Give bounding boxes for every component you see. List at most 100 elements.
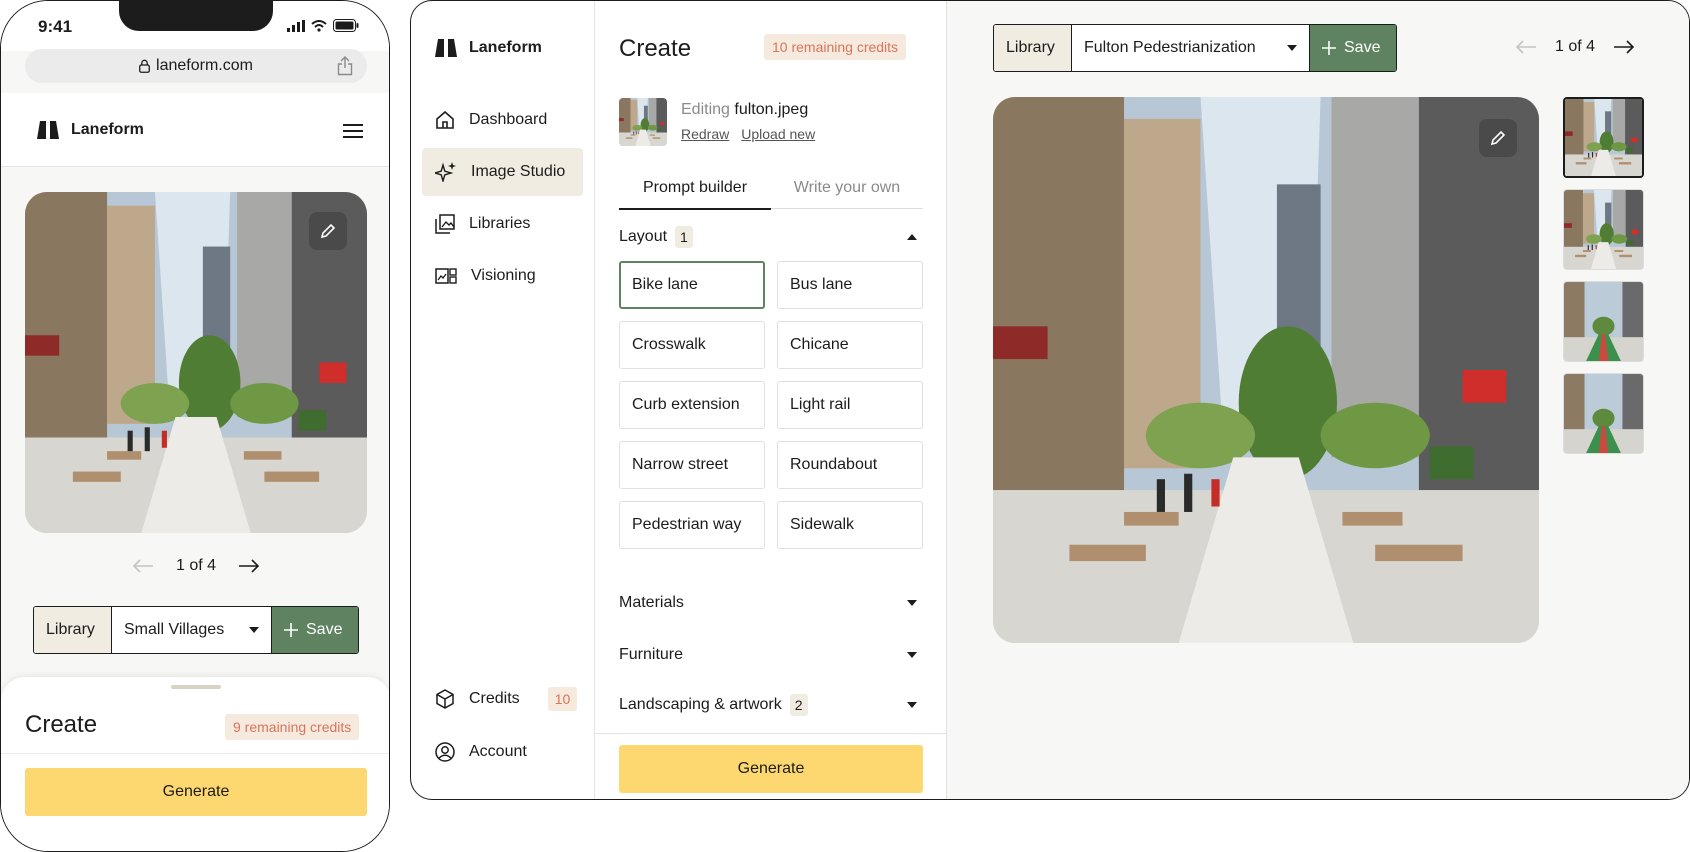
sidebar-item-label: Account <box>469 743 527 760</box>
status-time: 9:41 <box>38 17 73 36</box>
sidebar-item-label: Image Studio <box>471 163 566 180</box>
prompt-tabs: Prompt builder Write your own <box>619 173 923 210</box>
sidebar-item-libraries[interactable]: Libraries <box>422 200 583 248</box>
section-furniture-header[interactable]: Furniture <box>619 641 923 669</box>
next-arrow-icon[interactable] <box>238 559 260 573</box>
option-sidewalk[interactable]: Sidewalk <box>777 501 923 549</box>
library-select-value: Fulton Pedestrianization <box>1084 39 1256 56</box>
option-narrow-street[interactable]: Narrow street <box>619 441 765 489</box>
battery-icon <box>333 19 359 32</box>
source-image-thumbnail <box>619 98 667 146</box>
generated-image[interactable] <box>25 192 367 533</box>
cube-icon <box>435 689 455 709</box>
brand-name: Laneform <box>469 39 542 56</box>
section-label: Landscaping & artwork <box>619 696 782 713</box>
thumbnail-4[interactable] <box>1563 373 1644 454</box>
user-circle-icon <box>435 742 455 762</box>
upload-new-link[interactable]: Upload new <box>741 126 815 142</box>
pencil-icon <box>319 222 337 240</box>
edit-image-button[interactable] <box>309 212 347 250</box>
divider <box>1 753 389 754</box>
share-icon[interactable] <box>337 56 353 76</box>
option-light-rail[interactable]: Light rail <box>777 381 923 429</box>
sparkle-icon <box>435 162 457 182</box>
caret-down-icon <box>907 702 917 708</box>
plus-icon <box>284 623 298 637</box>
next-arrow-icon[interactable] <box>1613 40 1635 54</box>
save-button[interactable]: Save <box>1310 25 1396 71</box>
section-materials-header[interactable]: Materials <box>619 589 923 617</box>
option-curb-extension[interactable]: Curb extension <box>619 381 765 429</box>
prev-arrow-icon[interactable] <box>132 559 154 573</box>
caret-down-icon <box>249 627 259 633</box>
brand-logo[interactable]: Laneform <box>435 39 542 57</box>
option-bus-lane[interactable]: Bus lane <box>777 261 923 309</box>
brand-logo[interactable]: Laneform <box>37 121 144 139</box>
plus-icon <box>1322 41 1336 55</box>
library-bar: Library Fulton Pedestrianization Save <box>993 24 1397 72</box>
sidebar-item-label: Dashboard <box>469 111 548 128</box>
brand-name: Laneform <box>71 121 144 138</box>
sidebar-item-account[interactable]: Account <box>422 728 583 776</box>
edit-image-button[interactable] <box>1479 119 1517 157</box>
redraw-link[interactable]: Redraw <box>681 126 729 142</box>
mobile-mockup: 9:41 laneform.com Laneform 1 of 4 Librar… <box>0 0 390 852</box>
option-pedestrian-way[interactable]: Pedestrian way <box>619 501 765 549</box>
generate-button[interactable]: Generate <box>619 745 923 793</box>
caret-down-icon <box>1287 45 1297 51</box>
lock-icon <box>139 59 150 73</box>
visioning-icon <box>435 267 457 285</box>
sidebar-item-credits[interactable]: Credits 10 <box>422 675 583 723</box>
caret-down-icon <box>907 652 917 658</box>
sidebar-item-label: Credits <box>469 690 520 707</box>
laneform-logo-icon <box>37 121 59 139</box>
library-label: Library <box>34 607 112 653</box>
option-roundabout[interactable]: Roundabout <box>777 441 923 489</box>
image-canvas: Library Fulton Pedestrianization Save 1 … <box>947 1 1689 799</box>
library-bar: Library Small Villages Save <box>33 606 359 654</box>
signal-icon <box>287 19 305 32</box>
wifi-icon <box>311 19 327 32</box>
option-crosswalk[interactable]: Crosswalk <box>619 321 765 369</box>
section-label: Materials <box>619 594 684 611</box>
sidebar-item-visioning[interactable]: Visioning <box>422 252 583 300</box>
editing-prefix: Editing <box>681 101 730 118</box>
menu-icon[interactable] <box>343 123 363 139</box>
tab-write-your-own[interactable]: Write your own <box>771 173 923 208</box>
section-layout-header[interactable]: Layout 1 <box>619 223 923 251</box>
generated-image[interactable] <box>993 97 1539 643</box>
thumbnail-2[interactable] <box>1563 189 1644 270</box>
url-text: laneform.com <box>156 57 253 74</box>
prev-arrow-icon[interactable] <box>1515 40 1537 54</box>
status-icons <box>287 19 359 32</box>
section-landscaping-header[interactable]: Landscaping & artwork 2 <box>619 691 923 719</box>
option-bike-lane[interactable]: Bike lane <box>619 261 765 309</box>
gallery-icon <box>435 214 455 234</box>
create-sheet: Create 9 remaining credits Generate <box>1 677 389 851</box>
sheet-title: Create <box>25 711 98 738</box>
desktop-mockup: Laneform Dashboard Image Studio Librarie… <box>410 0 1690 800</box>
save-button[interactable]: Save <box>272 607 358 653</box>
thumbnail-3[interactable] <box>1563 281 1644 362</box>
editing-file: Editing fulton.jpeg <box>681 101 808 119</box>
tab-prompt-builder[interactable]: Prompt builder <box>619 173 771 210</box>
section-label: Layout <box>619 228 668 245</box>
library-select[interactable]: Small Villages <box>112 607 272 653</box>
panel-footer: Generate <box>595 733 946 799</box>
panel-title: Create <box>619 35 692 62</box>
library-select[interactable]: Fulton Pedestrianization <box>1072 25 1310 71</box>
sidebar: Laneform Dashboard Image Studio Librarie… <box>411 1 595 799</box>
save-label: Save <box>306 621 343 638</box>
generate-button[interactable]: Generate <box>25 768 367 816</box>
address-bar[interactable]: laneform.com <box>25 49 367 83</box>
credits-badge: 10 remaining credits <box>764 34 907 60</box>
sidebar-item-label: Visioning <box>471 267 536 284</box>
sidebar-item-image-studio[interactable]: Image Studio <box>422 148 583 196</box>
save-label: Save <box>1344 39 1381 56</box>
thumbnail-1[interactable] <box>1563 97 1644 178</box>
option-chicane[interactable]: Chicane <box>777 321 923 369</box>
pencil-icon <box>1489 129 1507 147</box>
sidebar-item-dashboard[interactable]: Dashboard <box>422 96 583 144</box>
image-pager: 1 of 4 <box>1515 38 1635 56</box>
sheet-handle[interactable] <box>171 685 221 689</box>
